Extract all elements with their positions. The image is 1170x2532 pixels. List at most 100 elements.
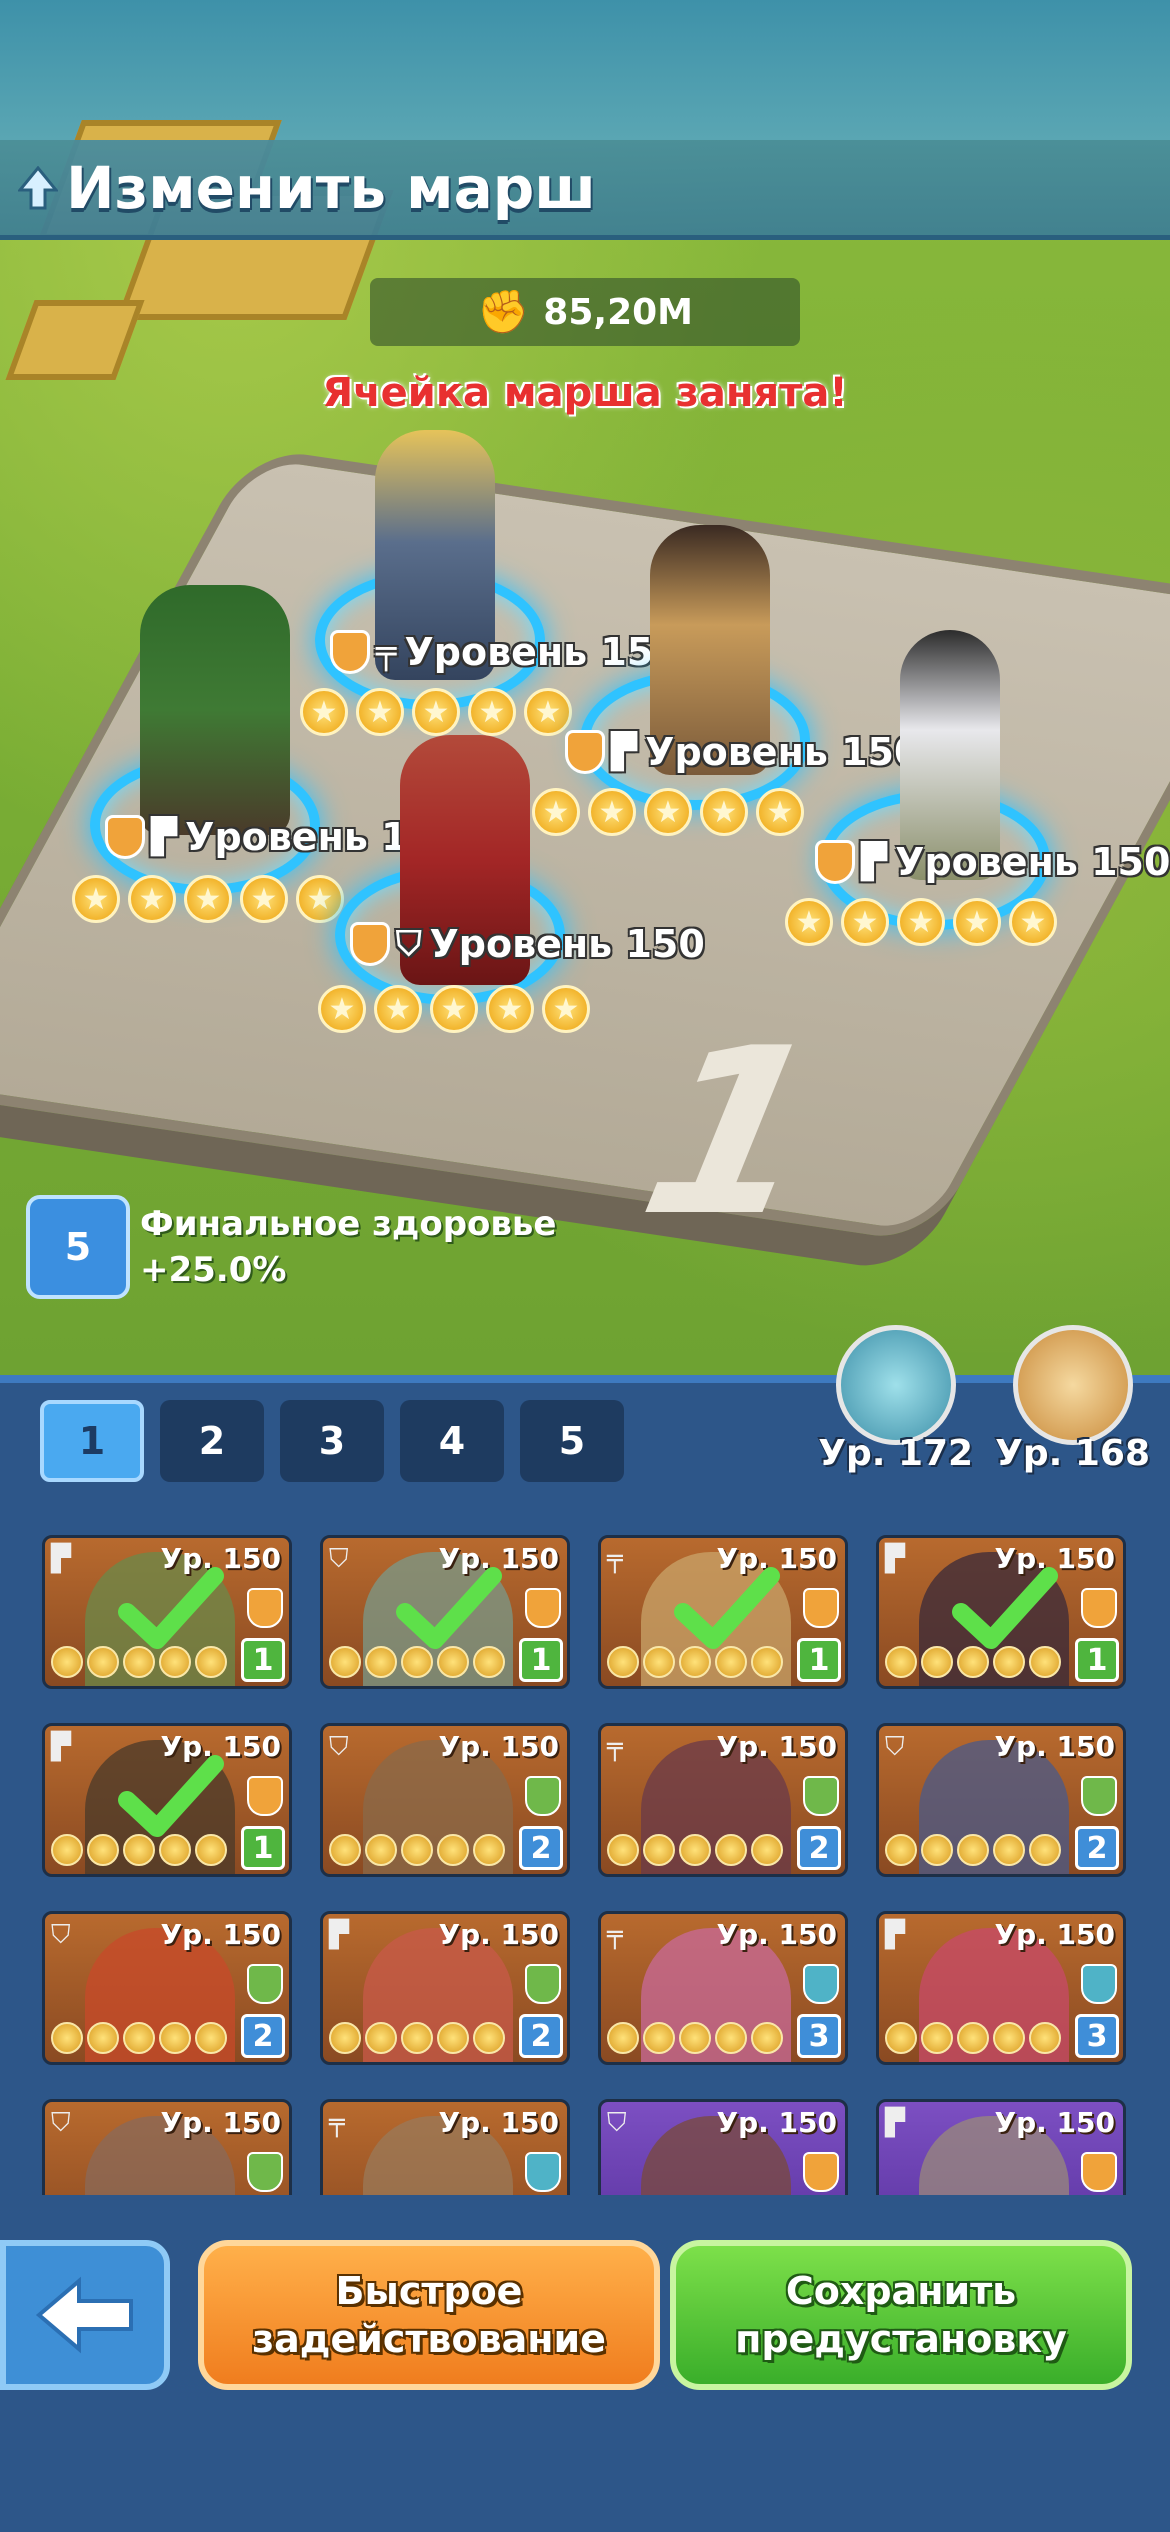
hero-level: Ур. 150 — [994, 1730, 1115, 1763]
star-icon: ★ — [184, 875, 232, 923]
star-icon: ★ — [644, 788, 692, 836]
star-icon — [957, 2022, 989, 2054]
hero-stars: ★ ★ ★ ★ ★ — [532, 788, 804, 836]
star-icon — [195, 2022, 227, 2054]
hero-card[interactable]: ╤ Ур. 150 2 — [598, 1723, 848, 1877]
pistol-icon: ▛ — [885, 2108, 905, 2138]
hero-card[interactable]: ╤ Ур. 150 — [320, 2099, 570, 2195]
star-icon — [679, 1834, 711, 1866]
hero-stars — [51, 2022, 227, 2054]
star-icon — [921, 2022, 953, 2054]
star-icon: ★ — [542, 985, 590, 1033]
star-icon: ★ — [756, 788, 804, 836]
star-icon — [751, 1834, 783, 1866]
star-icon: ★ — [240, 875, 288, 923]
pet-slot[interactable]: Ур. 168 — [995, 1325, 1150, 1474]
squad-number-badge: 3 — [1075, 2014, 1119, 2058]
save-preset-button[interactable]: Сохранить предустановку — [670, 2240, 1132, 2390]
hero-stars — [607, 2022, 783, 2054]
rifle-icon: ╤ — [607, 1920, 623, 1950]
star-icon: ★ — [128, 875, 176, 923]
hero-card[interactable]: ⛉ Ур. 150 1 — [320, 1535, 570, 1689]
hero-level: Ур. 150 — [438, 1730, 559, 1763]
hero-level: Ур. 150 — [994, 2106, 1115, 2139]
star-icon — [993, 1834, 1025, 1866]
pet-slot[interactable]: Ур. 172 — [818, 1325, 973, 1474]
class-badge-icon — [1081, 2152, 1117, 2192]
hero-card[interactable]: ⛉ Ур. 150 2 — [42, 1911, 292, 2065]
tab-preset-1[interactable]: 1 — [40, 1400, 144, 1482]
tab-preset-5[interactable]: 5 — [520, 1400, 624, 1482]
class-badge-icon — [105, 815, 145, 859]
squad-number-badge: 2 — [1075, 1826, 1119, 1870]
refresh-bonus-icon: 5 — [26, 1195, 130, 1299]
hero-card[interactable]: ▛ Ур. 150 3 — [876, 1911, 1126, 2065]
hero-level: Ур. 150 — [716, 1730, 837, 1763]
fist-icon: ✊ — [477, 287, 530, 336]
class-badge-icon — [247, 2152, 283, 2192]
class-badge-icon — [1081, 1776, 1117, 1816]
hero-card[interactable]: ▛ Ур. 150 — [876, 2099, 1126, 2195]
rock-decoration — [5, 300, 145, 380]
bottom-action-bar: Быстрое задействование Сохранить предуст… — [0, 2240, 1170, 2400]
shield-icon: ⛉ — [329, 1732, 349, 1762]
hero-figure[interactable] — [140, 585, 290, 835]
back-button[interactable] — [0, 2240, 170, 2390]
star-icon: ★ — [785, 898, 833, 946]
quick-deploy-button[interactable]: Быстрое задействование — [198, 2240, 660, 2390]
hero-card[interactable]: ▛ Ур. 150 1 — [42, 1723, 292, 1877]
star-icon — [437, 1834, 469, 1866]
tab-preset-3[interactable]: 3 — [280, 1400, 384, 1482]
hero-card[interactable]: ▛ Ур. 150 2 — [320, 1911, 570, 2065]
class-badge-icon — [803, 1964, 839, 2004]
hero-stars — [607, 1834, 783, 1866]
class-badge-icon — [1081, 1588, 1117, 1628]
bonus-title: Финальное здоровье — [140, 1204, 557, 1244]
star-icon: ★ — [841, 898, 889, 946]
bonus-text: Финальное здоровье +25.0% — [140, 1201, 556, 1293]
class-badge-icon — [247, 1964, 283, 2004]
star-icon — [885, 1646, 917, 1678]
star-icon — [751, 2022, 783, 2054]
hero-card[interactable]: ⛉ Ур. 150 2 — [320, 1723, 570, 1877]
star-icon — [1029, 1834, 1061, 1866]
hero-card[interactable]: ▛ Ур. 150 1 — [42, 1535, 292, 1689]
squad-number-badge: 2 — [241, 2014, 285, 2058]
hero-card[interactable]: ▛ Ур. 150 1 — [876, 1535, 1126, 1689]
hero-card[interactable]: ⛉ Ур. 150 2 — [876, 1723, 1126, 1877]
star-icon: ★ — [374, 985, 422, 1033]
hero-card[interactable]: ╤ Ур. 150 1 — [598, 1535, 848, 1689]
star-icon — [1029, 2022, 1061, 2054]
rifle-icon: ╤ — [607, 1732, 623, 1762]
shield-icon: ⛉ — [396, 924, 422, 964]
up-arrow-icon[interactable] — [18, 165, 58, 210]
star-icon — [643, 1834, 675, 1866]
hero-selection-panel: Ур. 172 Ур. 168 1 2 3 4 5 ▛ Ур. 150 1 ⛉ Ур. … — [0, 1325, 1170, 2532]
tab-preset-4[interactable]: 4 — [400, 1400, 504, 1482]
star-icon — [607, 2022, 639, 2054]
star-icon — [607, 1646, 639, 1678]
tab-preset-2[interactable]: 2 — [160, 1400, 264, 1482]
rifle-icon: ╤ — [376, 632, 397, 672]
star-icon — [51, 1834, 83, 1866]
class-badge-icon — [350, 922, 390, 966]
star-icon: ★ — [1009, 898, 1057, 946]
formation-bonus[interactable]: 5 Финальное здоровье +25.0% — [26, 1195, 556, 1299]
hero-card[interactable]: ╤ Ур. 150 3 — [598, 1911, 848, 2065]
star-icon — [329, 2022, 361, 2054]
hero-level: Ур. 150 — [160, 2106, 281, 2139]
shield-icon: ⛉ — [51, 2108, 71, 2138]
sky-strip — [0, 0, 1170, 140]
squad-number-badge: 2 — [519, 1826, 563, 1870]
squad-number-badge: 2 — [519, 2014, 563, 2058]
squad-number-badge: 1 — [241, 1638, 285, 1682]
squad-number-badge: 1 — [519, 1638, 563, 1682]
hero-level-label: ▛ Уровень 150 — [565, 730, 920, 774]
star-icon — [87, 2022, 119, 2054]
hero-stars: ★ ★ ★ ★ ★ — [300, 688, 572, 736]
pistol-icon: ▛ — [611, 732, 638, 772]
hero-card[interactable]: ⛉ Ур. 150 — [42, 2099, 292, 2195]
hero-level: Ур. 150 — [160, 1918, 281, 1951]
hero-card[interactable]: ⛉ Ур. 150 — [598, 2099, 848, 2195]
squad-number-badge: 1 — [241, 1826, 285, 1870]
